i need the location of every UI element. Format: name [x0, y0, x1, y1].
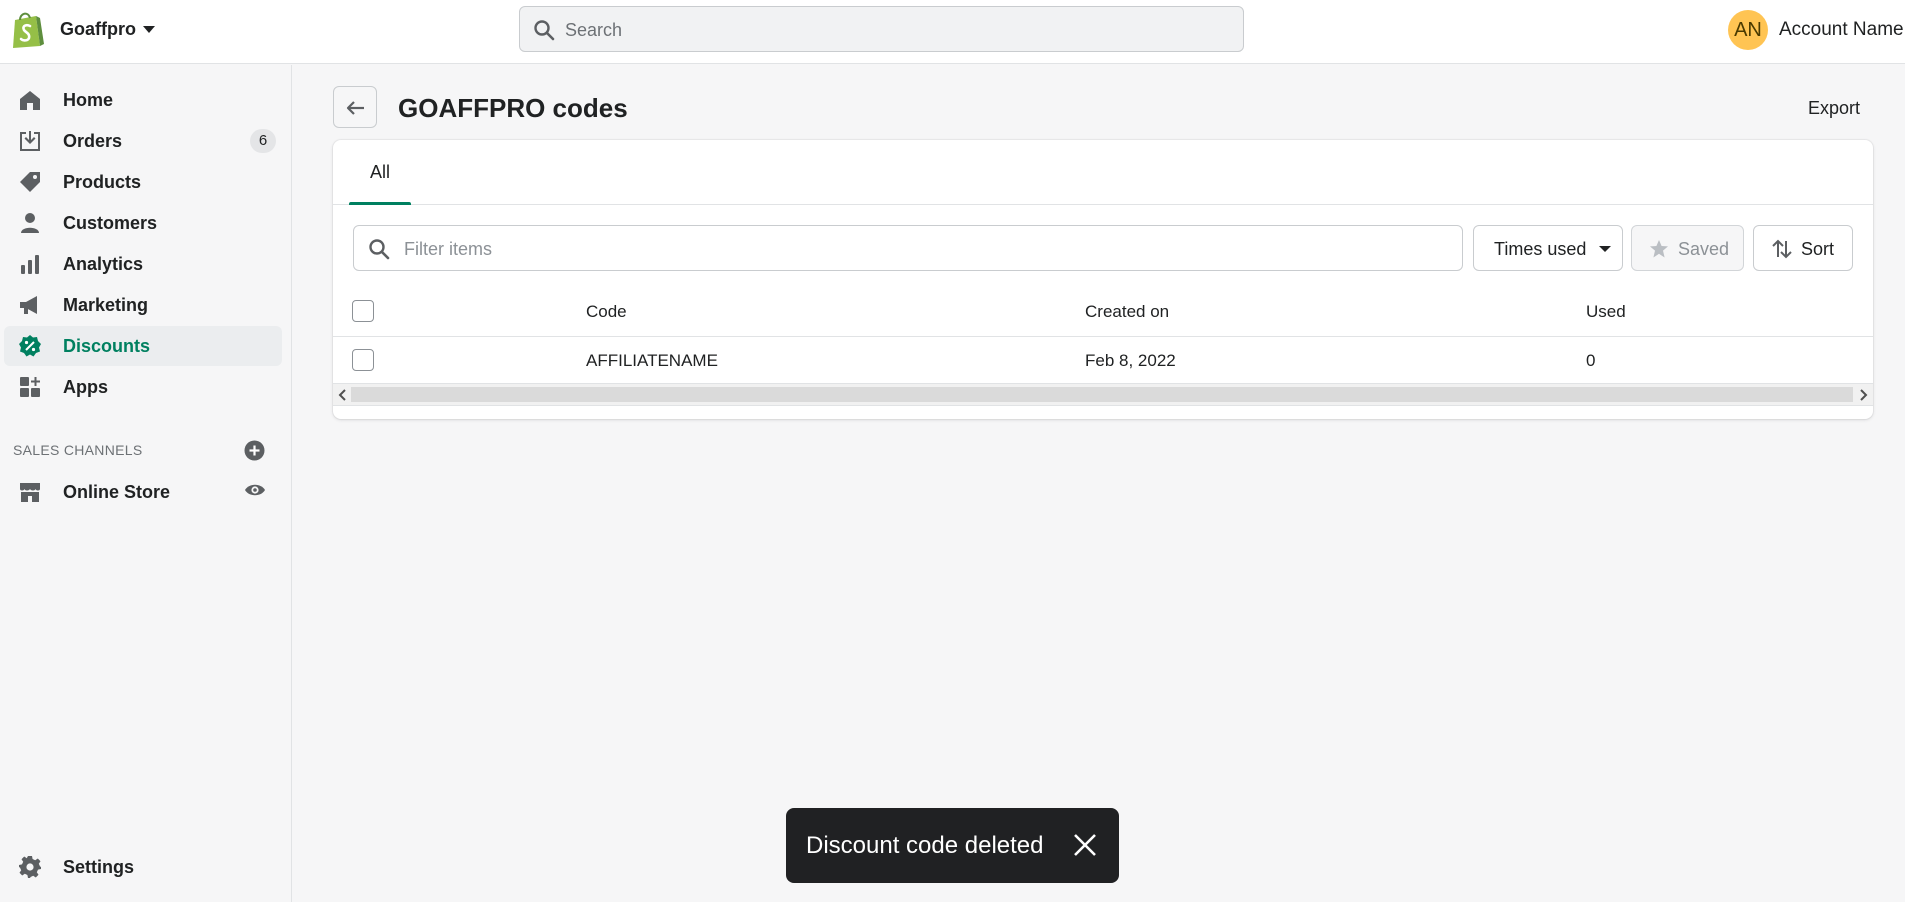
avatar[interactable]: AN: [1728, 10, 1768, 50]
sidebar-item-label: Customers: [63, 213, 158, 233]
export-button[interactable]: Export: [1808, 98, 1860, 119]
sidebar-item-analytics[interactable]: Analytics: [4, 244, 282, 284]
sidebar-item-apps[interactable]: Apps: [4, 367, 282, 407]
code-cell[interactable]: AFFILIATENAME: [586, 351, 718, 371]
sidebar-item-label: Online Store: [63, 482, 171, 502]
used-cell: 0: [1586, 351, 1596, 370]
sidebar-item-home[interactable]: Home: [4, 80, 282, 120]
shopify-logo-icon[interactable]: [10, 10, 44, 50]
global-search-input[interactable]: Search: [519, 6, 1244, 52]
orders-count-badge: 6: [250, 129, 276, 153]
saved-button[interactable]: Saved: [1631, 225, 1744, 271]
column-header-created-on[interactable]: Created on: [1085, 302, 1169, 322]
gear-icon: [19, 856, 41, 878]
sidebar-item-label: Home: [63, 90, 114, 110]
back-button[interactable]: [333, 86, 377, 128]
sidebar-item-label: Analytics: [63, 254, 144, 274]
search-icon: [534, 20, 555, 41]
sort-button[interactable]: Sort: [1753, 225, 1853, 271]
search-placeholder: Search: [565, 20, 623, 40]
sidebar-item-orders[interactable]: Orders 6: [4, 121, 282, 161]
scrollbar-thumb[interactable]: [351, 387, 1853, 402]
arrow-left-icon: [346, 101, 364, 115]
column-header-code[interactable]: Code: [586, 302, 627, 322]
sidebar-item-marketing[interactable]: Marketing: [4, 285, 282, 325]
home-icon: [20, 91, 40, 110]
tabs: All: [333, 140, 1873, 205]
sidebar-item-label: Discounts: [63, 336, 151, 356]
tab-label: All: [369, 162, 390, 182]
sidebar-item-discounts[interactable]: Discounts: [4, 326, 282, 366]
sort-arrows-icon: [1772, 239, 1792, 259]
toast-message: Discount code deleted: [806, 832, 1044, 859]
tab-selected-indicator: [349, 202, 411, 205]
sidebar-item-online-store[interactable]: Online Store: [4, 472, 282, 512]
sidebar-item-label: Settings: [63, 857, 135, 877]
scroll-right-icon[interactable]: [1857, 388, 1869, 402]
tab-all[interactable]: All: [349, 140, 411, 205]
horizontal-scrollbar[interactable]: [333, 384, 1873, 406]
saved-label: Saved: [1678, 239, 1730, 259]
toast-notification: Discount code deleted: [786, 808, 1119, 883]
sort-label: Sort: [1801, 239, 1835, 259]
table-header: Code Created on Used: [333, 286, 1873, 337]
add-sales-channel-icon[interactable]: [244, 440, 265, 461]
top-bar: Goaffpro Search AN Account Name: [0, 0, 1905, 64]
megaphone-icon: [20, 296, 37, 314]
sidebar-item-settings[interactable]: Settings: [4, 847, 282, 887]
store-switcher-caret-icon[interactable]: [143, 26, 155, 33]
codes-card: All Filter items Times used Saved Sort C…: [333, 140, 1873, 419]
search-icon: [369, 239, 390, 260]
star-icon: [1650, 240, 1668, 258]
store-icon: [20, 483, 40, 502]
eye-icon[interactable]: [244, 479, 266, 501]
close-icon[interactable]: [1072, 832, 1098, 858]
sales-channels-heading: SALES CHANNELS: [13, 442, 143, 458]
sidebar-item-label: Marketing: [63, 295, 149, 315]
tag-icon: [20, 172, 40, 192]
sidebar-item-products[interactable]: Products: [4, 162, 282, 202]
select-all-checkbox[interactable]: [352, 300, 374, 322]
sidebar-item-label: Apps: [63, 377, 108, 397]
sidebar-item-label: Orders: [63, 131, 123, 151]
caret-down-icon: [1599, 246, 1611, 252]
account-name[interactable]: Account Name: [1779, 19, 1904, 41]
row-checkbox[interactable]: [352, 349, 374, 371]
created-on-cell: Feb 8, 2022: [1085, 351, 1176, 370]
page-title: GOAFFPRO codes: [398, 93, 628, 123]
scroll-left-icon[interactable]: [337, 388, 349, 402]
times-used-filter-button[interactable]: Times used: [1473, 225, 1623, 271]
sidebar: Home Orders 6 Products Customers Analyti…: [0, 65, 292, 902]
orders-icon: [20, 131, 40, 151]
filter-items-input[interactable]: Filter items: [353, 225, 1463, 271]
person-icon: [21, 213, 39, 233]
sidebar-item-label: Products: [63, 172, 142, 192]
apps-icon: [20, 377, 40, 397]
column-header-used[interactable]: Used: [1586, 302, 1626, 322]
discount-icon: [19, 335, 41, 357]
bar-chart-icon: [21, 255, 39, 274]
store-name[interactable]: Goaffpro: [60, 19, 136, 40]
sidebar-item-customers[interactable]: Customers: [4, 203, 282, 243]
filter-placeholder: Filter items: [404, 239, 493, 259]
table-row[interactable]: AFFILIATENAME Feb 8, 2022 0: [333, 338, 1873, 384]
times-used-label: Times used: [1494, 239, 1587, 259]
